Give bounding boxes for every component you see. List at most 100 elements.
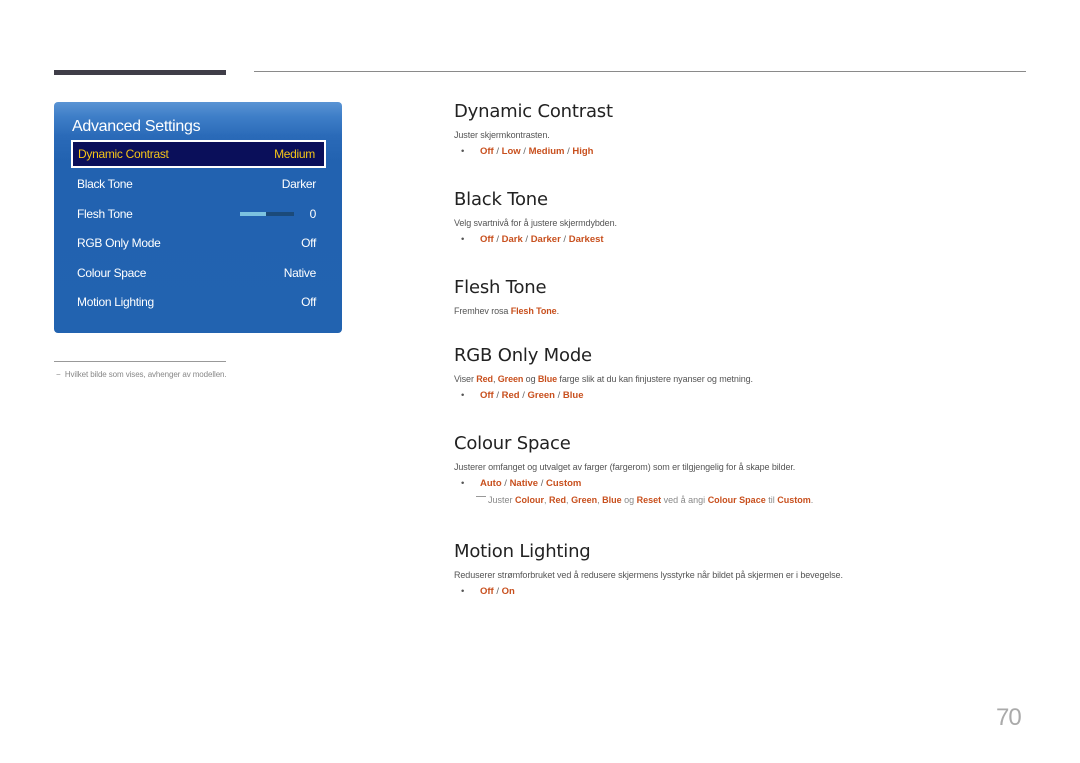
section-description: Justerer omfanget og utvalget av farger … [454,462,796,472]
advanced-settings-panel: Advanced Settings Dynamic Contrast Mediu… [54,102,342,333]
note-text: Juster Colour, Red, Green, Blue og Reset… [488,495,813,505]
page-number: 70 [996,704,1022,731]
text-highlight: Green [571,495,598,505]
flesh-tone-slider[interactable] [239,212,294,216]
option-list: • Auto / Native / Custom [454,478,813,489]
option-list: • Off / Low / Medium / High [454,146,613,157]
section-title: Dynamic Contrast [454,101,613,122]
option-separator: / [520,146,529,157]
section-title: Colour Space [454,433,571,454]
text-highlight: Colour Space [707,495,766,505]
section-title: Black Tone [454,189,548,210]
menu-item-value: 0 [309,207,317,221]
text-plain: og [621,495,637,505]
option-value: Red [501,390,520,401]
section-description: Fremhev rosa Flesh Tone. [454,306,559,316]
section-dynamic-contrast: Dynamic Contrast Juster skjermkontrasten… [454,101,613,157]
flesh-tone-slider-group: 0 [239,207,317,221]
menu-item-label: Dynamic Contrast [78,147,169,161]
option-separator: / [493,586,502,597]
text-plain: Viser [454,374,477,384]
option-separator: / [501,478,510,489]
section-description: Velg svartnivå for å justere skjermdybde… [454,218,617,228]
option-list: • Off / Red / Green / Blue [454,390,753,401]
menu-item-flesh-tone[interactable]: Flesh Tone 0 [71,200,326,228]
text-highlight: Reset [636,495,662,505]
option-list: • Off / On [454,586,843,597]
option-value: Custom [546,478,582,489]
option-separator: / [493,234,502,245]
menu-item-value: Off [301,236,316,250]
option-separator: / [560,234,569,245]
section-motion-lighting: Motion Lighting Reduserer strømforbruket… [454,541,843,597]
footnote-dash: − [56,370,61,379]
menu-item-rgb-only-mode[interactable]: RGB Only Mode Off [71,229,326,257]
note-dash-icon [476,496,486,497]
text-highlight: Red [549,495,567,505]
option-value: Auto [480,478,502,489]
section-description: Juster skjermkontrasten. [454,130,550,140]
option-value: Low [501,146,521,157]
option-value: Green [527,390,555,401]
option-value: Off [480,586,494,597]
bullet-icon: • [461,586,465,597]
menu-item-black-tone[interactable]: Black Tone Darker [71,170,326,198]
section-note: Juster Colour, Red, Green, Blue og Reset… [454,495,813,505]
text-highlight: Blue [537,374,558,384]
menu-item-colour-space[interactable]: Colour Space Native [71,259,326,287]
text-plain: . [810,495,814,505]
option-value: Darkest [568,234,604,245]
desc-text: . [556,306,560,316]
option-value: Medium [528,146,565,157]
option-value: High [572,146,594,157]
section-rgb-only-mode: RGB Only Mode Viser Red, Green og Blue f… [454,345,753,401]
footnote-divider [54,361,226,362]
section-colour-space: Colour Space Justerer omfanget og utvalg… [454,433,813,505]
menu-item-value: Medium [274,147,315,161]
menu-item-value: Off [301,295,316,309]
text-plain: ved å angi [661,495,708,505]
bullet-icon: • [461,234,465,245]
section-title: RGB Only Mode [454,345,592,366]
text-highlight: Colour [515,495,545,505]
menu-item-value: Native [283,266,317,280]
text-plain: Juster [488,495,516,505]
bullet-icon: • [461,478,465,489]
menu-item-motion-lighting[interactable]: Motion Lighting Off [71,288,326,316]
menu-item-dynamic-contrast[interactable]: Dynamic Contrast Medium [71,140,326,168]
option-list: • Off / Dark / Darker / Darkest [454,234,617,245]
text-plain: og [523,374,538,384]
section-description: Reduserer strømforbruket ved å redusere … [454,570,843,580]
option-value: Blue [562,390,584,401]
desc-highlight: Flesh Tone [510,306,557,316]
section-flesh-tone: Flesh Tone Fremhev rosa Flesh Tone. [454,277,559,316]
text-highlight: Custom [777,495,811,505]
menu-item-label: Flesh Tone [77,207,133,221]
menu-item-label: Motion Lighting [77,295,154,309]
text-highlight: Blue [602,495,622,505]
option-separator: / [493,390,502,401]
option-value: Native [509,478,539,489]
section-title: Flesh Tone [454,277,547,298]
section-black-tone: Black Tone Velg svartnivå for å justere … [454,189,617,245]
text-plain: til [765,495,778,505]
option-value: Off [480,146,494,157]
menu-item-label: RGB Only Mode [77,236,161,250]
bullet-icon: • [461,146,465,157]
menu-item-label: Black Tone [77,177,133,191]
desc-text: Fremhev rosa [454,306,511,316]
option-separator: / [554,390,563,401]
option-value: On [501,586,515,597]
text-plain: farge slik at du kan finjustere nyanser … [557,374,753,384]
option-value: Off [480,390,494,401]
option-value: Darker [530,234,561,245]
text-highlight: Red [476,374,493,384]
option-separator: / [493,146,502,157]
header-rule-thin [254,71,1026,72]
section-description: Viser Red, Green og Blue farge slik at d… [454,374,753,384]
menu-item-value: Darker [281,177,317,191]
option-value: Dark [501,234,523,245]
option-value: Off [480,234,494,245]
slider-fill [239,212,266,216]
option-separator: / [538,478,546,489]
